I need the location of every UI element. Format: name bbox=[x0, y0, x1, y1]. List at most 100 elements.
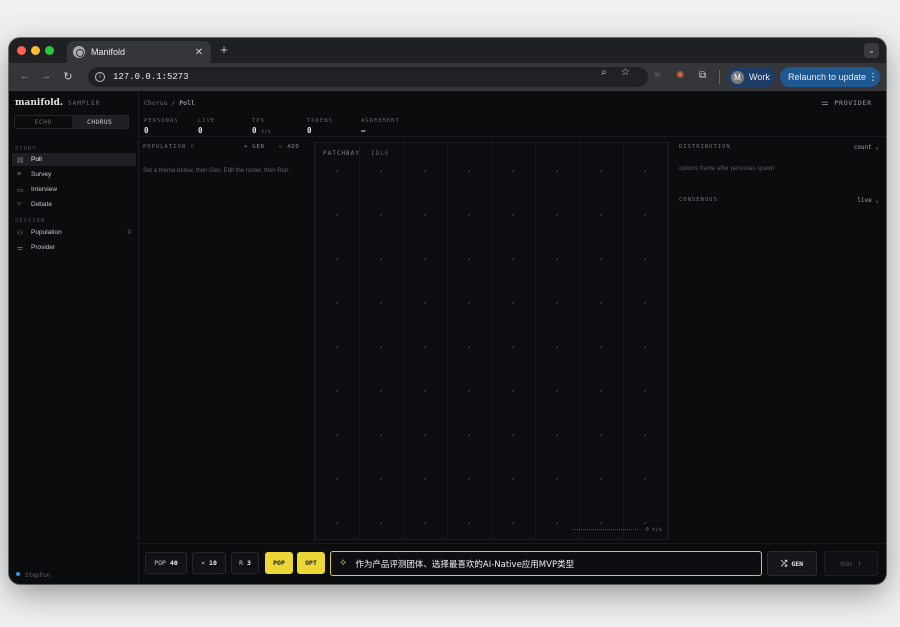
reload-icon[interactable]: ↻ bbox=[61, 70, 75, 83]
main-panel: Chorus / Poll ⚌ PROVIDER PERSONAS 0 LIVE… bbox=[140, 91, 886, 584]
arrow-up-icon: ↑ bbox=[856, 559, 862, 568]
zoom-icon[interactable]: ⌕ bbox=[601, 67, 607, 78]
stat-value: 0 bbox=[252, 126, 257, 135]
opt-toggle[interactable]: OPT bbox=[297, 552, 325, 574]
zoom-window-button[interactable] bbox=[45, 46, 54, 55]
more-vert-icon[interactable]: ⋮ bbox=[868, 72, 880, 83]
sidebar-item-debate[interactable]: ⑂ Debate bbox=[12, 198, 136, 211]
address-bar[interactable]: i 127.0.0.1:5273 bbox=[88, 67, 648, 87]
add-label: ADD bbox=[287, 144, 300, 150]
theme-input[interactable] bbox=[355, 558, 746, 569]
browser-tab[interactable]: Manifold ✕ bbox=[67, 41, 211, 63]
tab-search-button[interactable]: ⌄ bbox=[864, 43, 879, 58]
stat-value: 0 bbox=[307, 126, 312, 135]
extension-icon[interactable]: ✳ bbox=[653, 70, 661, 81]
browser-toolbar: ← → ↻ i 127.0.0.1:5273 ⌕ ☆ ✳ ✺ ⧉ M Work … bbox=[9, 63, 886, 91]
tab-strip: Manifold ✕ + ⌄ bbox=[9, 38, 886, 63]
add-user-icon: ⚇ bbox=[279, 144, 284, 150]
consensus-select[interactable]: live ⌄ bbox=[857, 197, 879, 204]
distribution-select-value: count bbox=[853, 144, 872, 151]
stat-tokens: TOKENS 0 bbox=[307, 118, 333, 135]
consensus-select-value: live bbox=[857, 197, 872, 204]
tab-title: Manifold bbox=[91, 47, 126, 57]
profile-label: Work bbox=[749, 72, 770, 82]
run-label: RUN bbox=[840, 559, 852, 568]
provider-button[interactable]: ⚌ PROVIDER bbox=[821, 98, 872, 107]
tab-close-icon[interactable]: ✕ bbox=[193, 47, 205, 58]
sidebar-item-label: Interview bbox=[31, 186, 58, 193]
rounds-stepper[interactable]: R3 bbox=[231, 552, 259, 574]
site-info-icon[interactable]: i bbox=[95, 72, 105, 82]
session-section-label: SESSION bbox=[15, 218, 46, 224]
population-add-button[interactable]: ⚇ ADD bbox=[279, 144, 300, 150]
chevron-down-icon: ⌄ bbox=[875, 197, 879, 204]
throughput-sparkline bbox=[573, 529, 638, 530]
rounds-label: R bbox=[239, 559, 243, 567]
gen-button[interactable]: ⤮ GEN bbox=[767, 551, 817, 576]
stat-value: — bbox=[361, 126, 366, 135]
provider-label: PROVIDER bbox=[834, 98, 872, 107]
breadcrumb-root[interactable]: Chorus bbox=[144, 99, 167, 107]
stat-key: TPS bbox=[252, 118, 265, 124]
app-root: manifold. SAMPLER ECHO CHORUS STUDY ▤ Po… bbox=[9, 91, 886, 584]
run-button[interactable]: RUN ↑ bbox=[824, 551, 878, 576]
theme-prompt[interactable]: ✧ bbox=[330, 551, 762, 576]
sidebar-item-survey[interactable]: ≡ Survey bbox=[12, 168, 136, 181]
sidebar-item-population[interactable]: ⚇ Population 0 bbox=[12, 226, 136, 239]
pop-size-value: 40 bbox=[169, 559, 178, 567]
mode-chorus[interactable]: CHORUS bbox=[71, 116, 128, 128]
stat-key: AGREEMENT bbox=[361, 118, 400, 124]
multiplier-value: 10 bbox=[209, 559, 217, 567]
patchbay-status: IDLE bbox=[371, 150, 390, 157]
sidebar-item-label: Debate bbox=[31, 201, 52, 208]
header-divider bbox=[140, 136, 886, 137]
toolbar-divider bbox=[719, 70, 720, 84]
bookmark-star-icon[interactable]: ☆ bbox=[621, 67, 630, 78]
sidebar-item-interview[interactable]: ▭ Interview bbox=[12, 183, 136, 196]
poll-icon: ▤ bbox=[17, 156, 24, 164]
population-gen-button[interactable]: + GEN bbox=[244, 144, 265, 150]
stat-tps-value: 0 t/s bbox=[252, 126, 271, 135]
debate-icon: ⑂ bbox=[17, 201, 22, 208]
patchbay-label: PATCHBAY bbox=[323, 150, 360, 157]
breadcrumb-separator: / bbox=[171, 99, 176, 107]
browser-window: Manifold ✕ + ⌄ ← → ↻ i 127.0.0.1:5273 ⌕ … bbox=[9, 38, 886, 584]
profile-button[interactable]: M Work bbox=[728, 67, 775, 87]
survey-icon: ≡ bbox=[17, 171, 22, 178]
sidebar-item-poll[interactable]: ▤ Poll bbox=[12, 153, 136, 166]
distribution-title: DISTRIBUTION bbox=[679, 144, 731, 150]
close-window-button[interactable] bbox=[17, 46, 26, 55]
distribution-hint: options frame after personas spawn bbox=[679, 166, 775, 172]
back-arrow-icon[interactable]: ← bbox=[18, 70, 32, 82]
pop-size-stepper[interactable]: POP 40 bbox=[145, 552, 187, 574]
population-title: POPULATION bbox=[143, 144, 187, 150]
breadcrumb: Chorus / Poll bbox=[144, 99, 195, 107]
interview-icon: ▭ bbox=[17, 186, 24, 194]
multiplier-stepper[interactable]: × 10 bbox=[192, 552, 226, 574]
population-count: 0 bbox=[127, 229, 131, 236]
stat-live: LIVE 0 bbox=[198, 118, 215, 135]
patchbay-canvas[interactable]: PATCHBAY IDLE 0 t/s bbox=[314, 142, 669, 540]
pop-size-label: POP bbox=[154, 559, 166, 567]
rounds-value: 3 bbox=[247, 559, 251, 567]
forward-arrow-icon[interactable]: → bbox=[39, 70, 53, 82]
relaunch-button[interactable]: Relaunch to update ⋮ bbox=[780, 67, 880, 87]
extension-burst-icon[interactable]: ✺ bbox=[676, 70, 684, 81]
provider-icon: ⚌ bbox=[17, 244, 24, 252]
sidebar-item-provider[interactable]: ⚌ Provider bbox=[12, 241, 136, 254]
canvas-grid bbox=[315, 143, 668, 539]
footer-label: StepFun bbox=[25, 572, 51, 579]
extensions-puzzle-icon[interactable]: ⧉ bbox=[699, 70, 706, 81]
avatar: M bbox=[731, 70, 744, 84]
globe-icon bbox=[73, 46, 85, 58]
population-hint: Set a theme below, then Gen. Edit the ro… bbox=[143, 168, 291, 174]
distribution-select[interactable]: count ⌄ bbox=[854, 144, 879, 151]
stat-key: TOKENS bbox=[307, 118, 333, 124]
minimize-window-button[interactable] bbox=[31, 46, 40, 55]
mode-echo[interactable]: ECHO bbox=[15, 116, 72, 128]
consensus-title: CONSENSUS bbox=[679, 197, 718, 203]
pop-toggle[interactable]: POP bbox=[265, 552, 293, 574]
url-text: 127.0.0.1:5273 bbox=[113, 72, 189, 82]
new-tab-button[interactable]: + bbox=[216, 42, 232, 57]
stat-personas: PERSONAS 0 bbox=[144, 118, 179, 135]
